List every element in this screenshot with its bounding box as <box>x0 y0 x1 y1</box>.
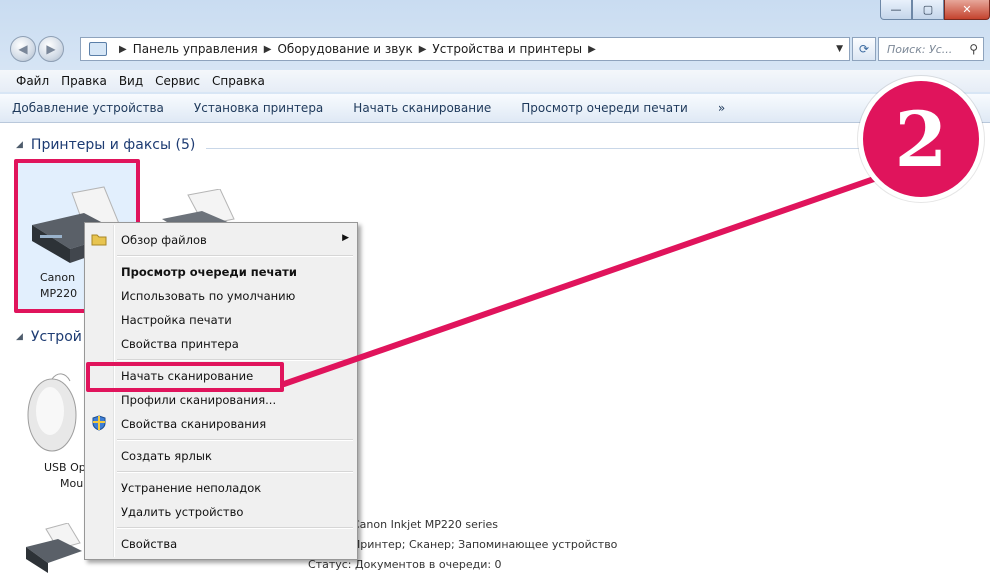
shield-icon <box>92 415 106 431</box>
device-label: USB Op <box>44 461 86 474</box>
menu-separator <box>117 471 353 473</box>
menu-separator <box>117 527 353 529</box>
print-queue-button[interactable]: Просмотр очереди печати <box>521 101 688 115</box>
arrow-right-icon: ▶ <box>46 42 56 56</box>
menu-browse-files[interactable]: Обзор файлов <box>121 233 207 247</box>
collapse-arrow-icon[interactable]: ◢ <box>16 140 23 150</box>
chevron-right-icon[interactable]: ▶ <box>119 44 127 55</box>
submenu-arrow-icon: ▶ <box>342 233 349 243</box>
mouse-icon[interactable] <box>22 371 82 455</box>
more-commands-button[interactable]: » <box>718 101 725 115</box>
minimize-button[interactable]: — <box>880 0 912 20</box>
devices-and-printers-window: — ▢ ✕ ◀ ▶ ▶ Панель управления ▶ Оборудов… <box>0 0 990 584</box>
menu-separator <box>117 255 353 257</box>
chevron-right-icon[interactable]: ▶ <box>588 44 596 55</box>
breadcrumb-control-panel[interactable]: Панель управления <box>133 42 258 56</box>
menu-separator <box>117 359 353 361</box>
device-label: Mou <box>60 477 84 490</box>
forward-button[interactable]: ▶ <box>38 36 64 62</box>
add-printer-button[interactable]: Установка принтера <box>194 101 323 115</box>
menu-tools[interactable]: Сервис <box>149 74 206 88</box>
printer-icon <box>26 523 82 573</box>
menu-print-preferences[interactable]: Настройка печати <box>121 313 232 327</box>
maximize-button[interactable]: ▢ <box>912 0 944 20</box>
close-button[interactable]: ✕ <box>944 0 990 20</box>
group-title-printers: Принтеры и факсы (5) <box>30 137 196 153</box>
chevron-down-icon[interactable]: ▼ <box>836 44 843 54</box>
menu-create-shortcut[interactable]: Создать ярлык <box>121 449 212 463</box>
menu-file[interactable]: Файл <box>10 74 55 88</box>
search-input[interactable]: Поиск: Ус... ⚲ <box>878 37 984 61</box>
search-icon[interactable]: ⚲ <box>969 42 978 56</box>
details-category: Принтер; Сканер; Запоминающее устройство <box>352 538 618 551</box>
folder-icon <box>91 234 107 246</box>
group-header-printers[interactable]: ◢ Принтеры и факсы (5) <box>16 137 195 153</box>
refresh-button[interactable]: ⟳ <box>852 37 876 61</box>
menu-print-queue[interactable]: Просмотр очереди печати <box>121 265 297 279</box>
highlight-frame-start-scan <box>86 362 284 392</box>
menu-set-default[interactable]: Использовать по умолчанию <box>121 289 295 303</box>
annotation-badge: 2 <box>858 76 984 202</box>
menu-properties[interactable]: Свойства <box>121 537 177 551</box>
command-bar: Добавление устройства Установка принтера… <box>0 94 990 123</box>
breadcrumb-hardware-sound[interactable]: Оборудование и звук <box>277 42 412 56</box>
menu-bar: Файл Правка Вид Сервис Справка <box>0 70 990 92</box>
group-header-devices[interactable]: ◢ Устрой <box>16 329 82 345</box>
menu-printer-properties[interactable]: Свойства принтера <box>121 337 239 351</box>
menu-troubleshoot[interactable]: Устранение неполадок <box>121 481 261 495</box>
details-status-value: Документов в очереди: 0 <box>355 558 502 571</box>
start-scan-button[interactable]: Начать сканирование <box>353 101 491 115</box>
menu-remove-device[interactable]: Удалить устройство <box>121 505 243 519</box>
address-bar[interactable]: ▶ Панель управления ▶ Оборудование и зву… <box>80 37 850 61</box>
refresh-icon: ⟳ <box>858 42 870 56</box>
breadcrumb-devices-printers[interactable]: Устройства и принтеры <box>432 42 582 56</box>
back-button[interactable]: ◀ <box>10 36 36 62</box>
control-panel-icon <box>89 42 107 56</box>
add-device-button[interactable]: Добавление устройства <box>12 101 164 115</box>
menu-edit[interactable]: Правка <box>55 74 113 88</box>
navigation-bar: ◀ ▶ ▶ Панель управления ▶ Оборудование и… <box>8 34 984 64</box>
menu-view[interactable]: Вид <box>113 74 149 88</box>
chevron-right-icon[interactable]: ▶ <box>264 44 272 55</box>
arrow-left-icon: ◀ <box>18 42 28 56</box>
search-placeholder: Поиск: Ус... <box>887 42 953 56</box>
group-title-devices: Устрой <box>30 329 82 345</box>
chevron-right-icon[interactable]: ▶ <box>419 44 427 55</box>
menu-scan-profiles[interactable]: Профили сканирования... <box>121 393 276 407</box>
menu-scan-properties[interactable]: Свойства сканирования <box>121 417 266 431</box>
menu-separator <box>117 439 353 441</box>
details-device-name: Canon Inkjet MP220 series <box>352 518 499 531</box>
caption-buttons: — ▢ ✕ <box>880 0 990 20</box>
collapse-arrow-icon[interactable]: ◢ <box>16 332 23 342</box>
menu-help[interactable]: Справка <box>206 74 271 88</box>
